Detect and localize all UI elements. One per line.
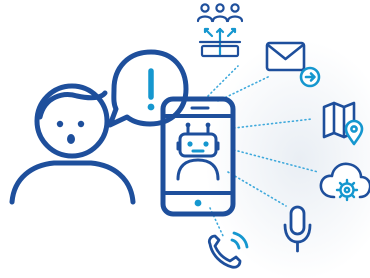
user-head: [215, 3, 225, 13]
user-body: [226, 15, 244, 23]
robot-eye: [203, 141, 209, 147]
gear-icon: [335, 178, 359, 202]
user-head: [200, 3, 210, 13]
gear-tooth: [350, 193, 356, 199]
person-eye: [77, 120, 85, 128]
gear-tooth: [338, 193, 344, 199]
mic-capsule: [289, 205, 306, 236]
robot-eye: [187, 141, 193, 147]
robot-antenna-tip: [185, 122, 191, 128]
person-mouth: [67, 134, 75, 144]
user-body: [211, 15, 229, 23]
illustration-scene: [0, 0, 370, 278]
background-glow: [205, 40, 370, 278]
person-eye: [56, 120, 64, 128]
gear-tooth: [350, 181, 356, 187]
gear-tooth: [338, 181, 344, 187]
users-network-icon: [196, 3, 244, 58]
exclamation-dot: [147, 103, 155, 111]
user-body: [196, 15, 214, 23]
network-arrow-right: [226, 27, 237, 38]
network-arrow-left: [203, 27, 214, 38]
illustration-canvas: [9, 3, 370, 278]
user-head: [230, 3, 240, 13]
phone-home-button: [194, 199, 202, 207]
robot-antenna-tip: [205, 122, 211, 128]
person-shoulders: [9, 160, 136, 205]
robot-head: [178, 132, 218, 158]
